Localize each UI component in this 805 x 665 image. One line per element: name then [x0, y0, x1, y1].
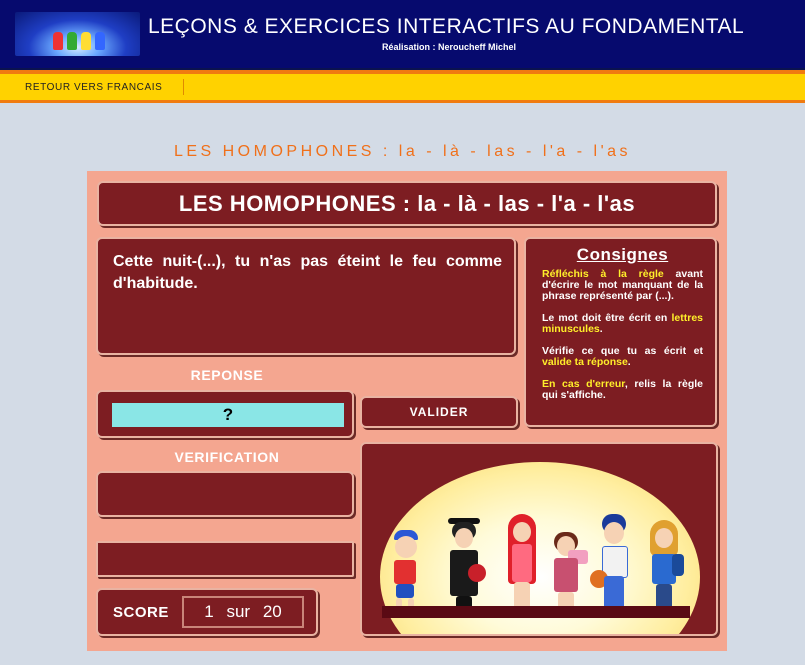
- validate-button[interactable]: VALIDER: [360, 396, 518, 428]
- nav-bar: RETOUR VERS FRANCAIS: [0, 74, 805, 100]
- instruction-3: Vérifie ce que tu as écrit et valide ta …: [542, 345, 703, 368]
- answer-box: [96, 390, 354, 438]
- instructions-title: Consignes: [576, 245, 669, 264]
- score-value: 1 sur 20: [182, 596, 304, 628]
- character-illustration: [442, 516, 486, 614]
- instruction-2: Le mot doit être écrit en lettres minusc…: [542, 312, 703, 335]
- nav-separator: [183, 79, 184, 95]
- character-illustration: [502, 514, 542, 614]
- instruction-1: Réfléchis à la règle avant d'écrire le m…: [542, 268, 703, 302]
- score-total: 20: [262, 602, 282, 621]
- character-illustration: [590, 514, 636, 614]
- site-title: LEÇONS & EXERCICES INTERACTIFS AU FONDAM…: [148, 15, 745, 38]
- exercise-title: LES HOMOPHONES : la - là - las - l'a - l…: [97, 181, 717, 226]
- site-logo: [15, 12, 140, 56]
- character-illustration: [384, 524, 424, 614]
- verification-label: VERIFICATION: [174, 449, 280, 465]
- instructions-box: Consignes Réfléchis à la règle avant d'é…: [524, 237, 717, 427]
- score-current: 1: [204, 602, 214, 621]
- score-box: SCORE 1 sur 20: [96, 588, 318, 636]
- question-box: Cette nuit-(...), tu n'as pas éteint le …: [96, 237, 516, 355]
- answer-input[interactable]: [112, 403, 344, 427]
- illustration: [360, 442, 718, 636]
- site-credit: Réalisation : Neroucheff Michel: [382, 42, 517, 52]
- reponse-label: REPONSE: [190, 367, 264, 383]
- back-to-francais-link[interactable]: RETOUR VERS FRANCAIS: [25, 82, 162, 93]
- rule-box: [96, 541, 354, 577]
- character-illustration: [642, 518, 684, 614]
- page-heading: LES HOMOPHONES : la - là - las - l'a - l…: [173, 143, 632, 160]
- question-text: Cette nuit-(...), tu n'as pas éteint le …: [113, 253, 502, 292]
- character-illustration: [544, 526, 588, 614]
- divider: [0, 100, 805, 103]
- illustration-floor: [382, 606, 690, 618]
- score-label: SCORE: [113, 604, 169, 621]
- site-header: LEÇONS & EXERCICES INTERACTIFS AU FONDAM…: [0, 0, 805, 70]
- verification-box: [96, 471, 354, 517]
- instruction-4: En cas d'erreur, relis la règle qui s'af…: [542, 378, 703, 401]
- score-separator: sur: [226, 602, 251, 621]
- exercise-panel: LES HOMOPHONES : la - là - las - l'a - l…: [87, 171, 727, 651]
